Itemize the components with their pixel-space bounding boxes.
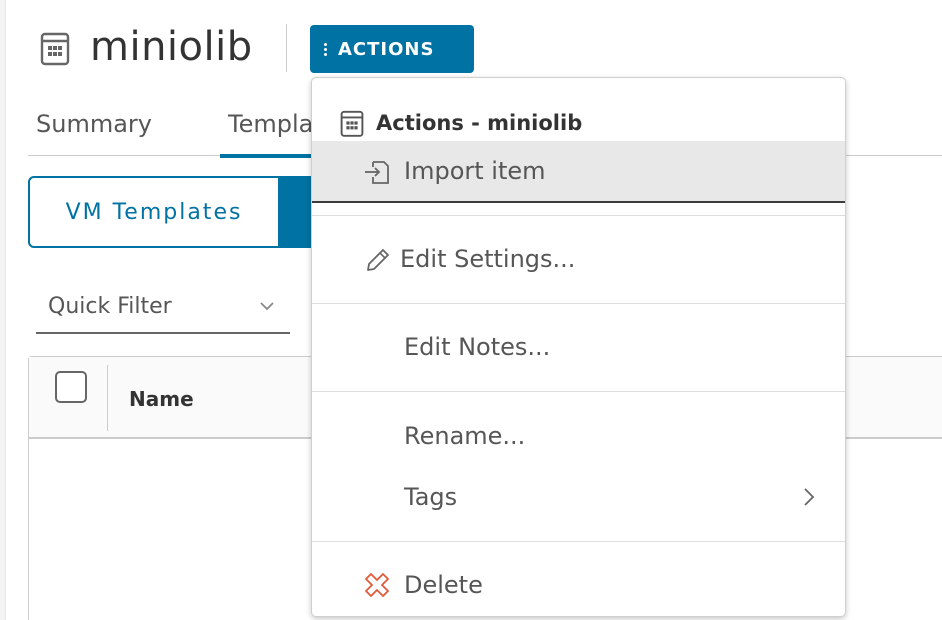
menu-item-delete[interactable]: Delete [312, 554, 845, 616]
menu-item-import-item[interactable]: Import item [312, 141, 845, 203]
content-library-icon [40, 32, 70, 66]
chevron-right-icon [804, 488, 815, 506]
menu-item-label: Edit Settings... [400, 245, 576, 273]
menu-item-tags[interactable]: Tags [312, 466, 845, 528]
tab-summary[interactable]: Summary [36, 110, 152, 138]
column-divider [107, 365, 108, 431]
quick-filter-select[interactable]: Quick Filter [36, 286, 290, 334]
menu-item-edit-notes[interactable]: Edit Notes... [312, 316, 845, 378]
menu-item-label: Import item [404, 157, 546, 185]
actions-button[interactable]: ACTIONS [310, 25, 474, 73]
vm-templates-button[interactable]: VM Templates [28, 176, 280, 248]
template-type-toggle: VM Templates [28, 176, 340, 248]
menu-divider [312, 303, 845, 304]
menu-item-rename[interactable]: Rename... [312, 405, 845, 467]
vertical-ellipsis-icon [322, 41, 332, 58]
content-library-page: miniolib ACTIONS Summary Templates VM Te… [0, 0, 942, 620]
header-divider [286, 24, 287, 72]
menu-item-label: Tags [404, 483, 458, 511]
column-header-name[interactable]: Name [129, 387, 194, 411]
select-all-checkbox[interactable] [55, 371, 87, 403]
menu-title: Actions - miniolib [376, 111, 583, 135]
menu-item-edit-settings[interactable]: Edit Settings... [312, 228, 845, 290]
pencil-icon [367, 249, 389, 271]
actions-button-label: ACTIONS [338, 38, 435, 60]
menu-item-label: Delete [404, 571, 483, 599]
menu-divider [312, 215, 845, 216]
quick-filter-label: Quick Filter [48, 294, 172, 319]
menu-item-label: Edit Notes... [404, 333, 551, 361]
content-library-icon [340, 110, 364, 137]
delete-icon [365, 573, 389, 597]
chevron-down-icon [260, 302, 274, 311]
menu-item-label: Rename... [404, 422, 526, 450]
menu-header: Actions - miniolib [340, 106, 582, 140]
actions-menu: Actions - miniolib Import item Edit Sett… [311, 77, 846, 617]
left-nav-edge [0, 0, 6, 620]
menu-divider [312, 391, 845, 392]
page-title: miniolib [90, 24, 253, 70]
import-icon [365, 161, 389, 184]
menu-divider [312, 541, 845, 542]
